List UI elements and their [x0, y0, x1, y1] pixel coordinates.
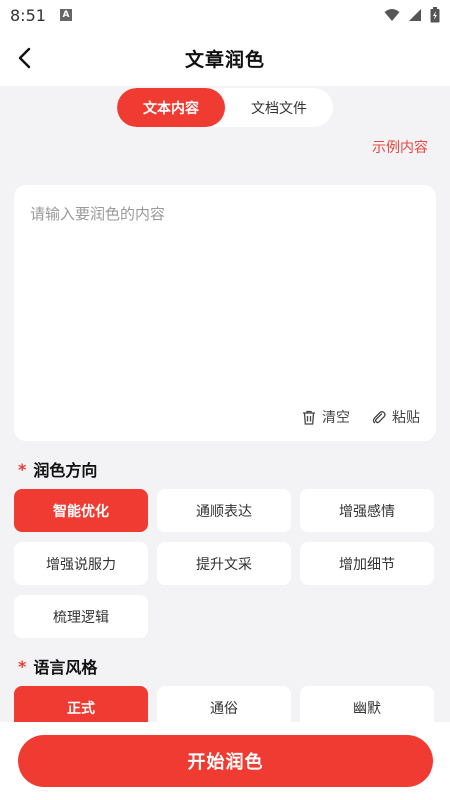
- content-input[interactable]: [30, 203, 420, 393]
- direction-option-emotion[interactable]: 增强感情: [300, 489, 434, 532]
- input-actions: 清空 粘贴: [302, 407, 420, 427]
- direction-option-smart[interactable]: 智能优化: [14, 489, 148, 532]
- bottom-action-bar: 开始润色: [0, 722, 450, 800]
- tab-document-file[interactable]: 文档文件: [225, 88, 333, 127]
- trash-icon: [303, 410, 315, 425]
- signal-icon: [409, 9, 421, 21]
- style-section-title: * 语言风格: [18, 654, 97, 678]
- paste-label: 粘贴: [392, 410, 420, 426]
- notification-icon: A: [59, 9, 72, 21]
- wifi-icon: [384, 9, 400, 21]
- paperclip-icon: [372, 410, 386, 423]
- status-bar: 8:51 A: [0, 0, 450, 30]
- page-title: 文章润色: [184, 48, 265, 71]
- required-mark: *: [18, 459, 27, 479]
- content-type-tabs: 文本内容 文档文件: [117, 88, 333, 127]
- direction-option-eloquence[interactable]: 提升文采: [157, 542, 291, 585]
- back-arrow-icon: [18, 47, 31, 69]
- battery-icon: [430, 7, 440, 23]
- required-mark: *: [18, 656, 27, 676]
- direction-title: 润色方向: [33, 461, 98, 480]
- example-content-link[interactable]: 示例内容: [372, 137, 428, 157]
- direction-option-detail[interactable]: 增加细节: [300, 542, 434, 585]
- status-icons: [384, 7, 440, 23]
- app-header: 文章润色: [0, 30, 450, 86]
- tab-text-content[interactable]: 文本内容: [117, 88, 225, 127]
- content-input-card: 清空 粘贴: [14, 185, 436, 441]
- back-button[interactable]: [10, 44, 38, 72]
- clear-label: 清空: [322, 410, 350, 426]
- style-title: 语言风格: [33, 658, 98, 677]
- direction-option-fluent[interactable]: 通顺表达: [157, 489, 291, 532]
- status-time: 8:51: [10, 5, 46, 25]
- screen: 8:51 A 文章润色 文本内容 文档文件 示例内容 请输入要润色的内容 清空 …: [0, 0, 450, 800]
- clear-button[interactable]: 清空: [302, 407, 350, 427]
- direction-section-title: * 润色方向: [18, 457, 97, 481]
- start-polish-button[interactable]: 开始润色: [18, 735, 433, 787]
- paste-button[interactable]: 粘贴: [372, 407, 420, 427]
- direction-option-persuasion[interactable]: 增强说服力: [14, 542, 148, 585]
- direction-option-logic[interactable]: 梳理逻辑: [14, 595, 148, 638]
